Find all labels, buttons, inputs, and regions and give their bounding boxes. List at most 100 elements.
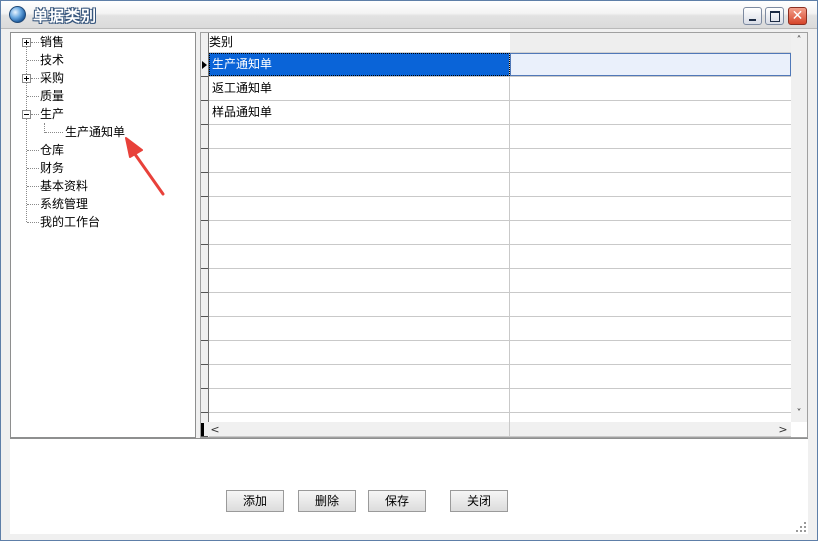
column-header-category[interactable]: 类别 <box>209 33 511 53</box>
category-cell[interactable]: 返工通知单 <box>209 77 510 100</box>
category-cell[interactable] <box>209 245 510 268</box>
row-header-divider <box>201 172 208 173</box>
category-cell[interactable] <box>209 365 510 388</box>
tree-item-quality[interactable]: 质量 <box>40 88 64 104</box>
tree-item-system-admin[interactable]: 系统管理 <box>40 196 88 212</box>
table-row[interactable] <box>209 317 791 341</box>
row-header-divider <box>201 436 208 437</box>
row-header-divider <box>201 100 208 101</box>
expand-icon[interactable] <box>22 74 31 83</box>
table-row[interactable] <box>209 197 791 221</box>
category-cell[interactable] <box>209 293 510 316</box>
close-button[interactable]: 关闭 <box>450 490 508 512</box>
table-row[interactable] <box>209 341 791 365</box>
tree-connector-line <box>27 222 39 223</box>
empty-cell[interactable] <box>510 389 791 412</box>
category-cell[interactable] <box>209 197 510 220</box>
delete-button[interactable]: 删除 <box>298 490 356 512</box>
table-row[interactable] <box>209 149 791 173</box>
row-header-divider <box>201 220 208 221</box>
category-cell[interactable] <box>209 341 510 364</box>
minimize-button[interactable] <box>743 7 762 25</box>
category-cell[interactable] <box>209 173 510 196</box>
add-button[interactable]: 添加 <box>226 490 284 512</box>
empty-cell[interactable] <box>510 245 791 268</box>
table-row[interactable] <box>209 269 791 293</box>
empty-cell[interactable] <box>510 293 791 316</box>
tree-item-basic-data[interactable]: 基本资料 <box>40 178 88 194</box>
row-header-divider <box>201 196 208 197</box>
empty-cell[interactable] <box>510 197 791 220</box>
table-row[interactable]: 生产通知单 <box>209 53 791 77</box>
tree-item-warehouse[interactable]: 仓库 <box>40 142 64 158</box>
empty-cell[interactable] <box>510 413 791 436</box>
table-row[interactable] <box>209 221 791 245</box>
tree-connector-line <box>27 60 39 61</box>
row-header-divider <box>201 340 208 341</box>
tree-connector-line <box>31 114 39 115</box>
category-cell[interactable] <box>209 389 510 412</box>
resize-grip-icon[interactable] <box>796 522 808 534</box>
table-row[interactable] <box>209 245 791 269</box>
category-cell[interactable] <box>209 149 510 172</box>
category-tree[interactable]: 销售 技术 采购 质量 生产 生产通知单 仓库 财务 基本资料 系统管理 我的工… <box>10 32 196 438</box>
close-window-button[interactable]: ✕ <box>788 7 807 25</box>
category-cell[interactable] <box>209 317 510 340</box>
empty-cell[interactable] <box>510 149 791 172</box>
tree-connector-line <box>27 168 39 169</box>
row-header-divider <box>201 268 208 269</box>
empty-cell[interactable] <box>510 221 791 244</box>
category-cell[interactable] <box>209 221 510 244</box>
category-cell[interactable] <box>209 125 510 148</box>
row-header-divider <box>201 412 208 413</box>
scroll-up-icon[interactable]: ˄ <box>791 33 807 49</box>
table-row[interactable] <box>209 125 791 149</box>
row-header-divider <box>201 388 208 389</box>
empty-cell[interactable] <box>510 125 791 148</box>
maximize-icon <box>770 11 780 22</box>
title-bar[interactable]: 单据类别 ✕ <box>1 1 817 29</box>
tree-connector-line <box>27 186 39 187</box>
table-row[interactable] <box>209 365 791 389</box>
tree-connector-line <box>31 42 39 43</box>
scroll-down-icon[interactable]: ˅ <box>791 406 807 422</box>
table-row[interactable]: 样品通知单 <box>209 101 791 125</box>
tree-item-production[interactable]: 生产 <box>40 106 64 122</box>
row-header-divider <box>201 76 208 77</box>
table-row[interactable] <box>209 389 791 413</box>
expand-icon[interactable] <box>22 38 31 47</box>
maximize-button[interactable] <box>765 7 784 25</box>
vertical-scrollbar[interactable]: ˄ ˅ <box>791 33 807 422</box>
empty-cell[interactable] <box>510 317 791 340</box>
empty-cell[interactable] <box>510 101 791 124</box>
empty-cell[interactable] <box>510 173 791 196</box>
category-cell[interactable]: 生产通知单 <box>209 53 510 76</box>
category-cell[interactable] <box>209 269 510 292</box>
tree-item-sales[interactable]: 销售 <box>40 34 64 50</box>
annotation-arrow <box>125 137 165 196</box>
empty-cell[interactable] <box>510 341 791 364</box>
category-grid[interactable]: 类别 ˄ ˅ < > 生产通知单 返工通知单 样品通知单 <box>200 32 808 438</box>
tree-item-finance[interactable]: 财务 <box>40 160 64 176</box>
empty-cell[interactable] <box>510 269 791 292</box>
table-row[interactable]: 返工通知单 <box>209 77 791 101</box>
tree-connector-line <box>31 78 39 79</box>
table-row[interactable] <box>209 293 791 317</box>
collapse-icon[interactable] <box>22 110 31 119</box>
category-cell[interactable]: 样品通知单 <box>209 101 510 124</box>
category-cell[interactable] <box>209 413 510 436</box>
tree-connector-line <box>27 96 39 97</box>
save-button[interactable]: 保存 <box>368 490 426 512</box>
tree-connector-line <box>26 42 27 222</box>
row-header-divider <box>201 244 208 245</box>
empty-cell[interactable] <box>510 365 791 388</box>
empty-cell[interactable] <box>510 77 791 100</box>
tree-item-technology[interactable]: 技术 <box>40 52 64 68</box>
tree-connector-line <box>45 132 63 133</box>
tree-item-my-workbench[interactable]: 我的工作台 <box>40 214 100 230</box>
button-panel <box>10 438 808 534</box>
empty-cell[interactable] <box>510 53 791 76</box>
table-row[interactable] <box>209 413 791 437</box>
tree-item-purchasing[interactable]: 采购 <box>40 70 64 86</box>
table-row[interactable] <box>209 173 791 197</box>
